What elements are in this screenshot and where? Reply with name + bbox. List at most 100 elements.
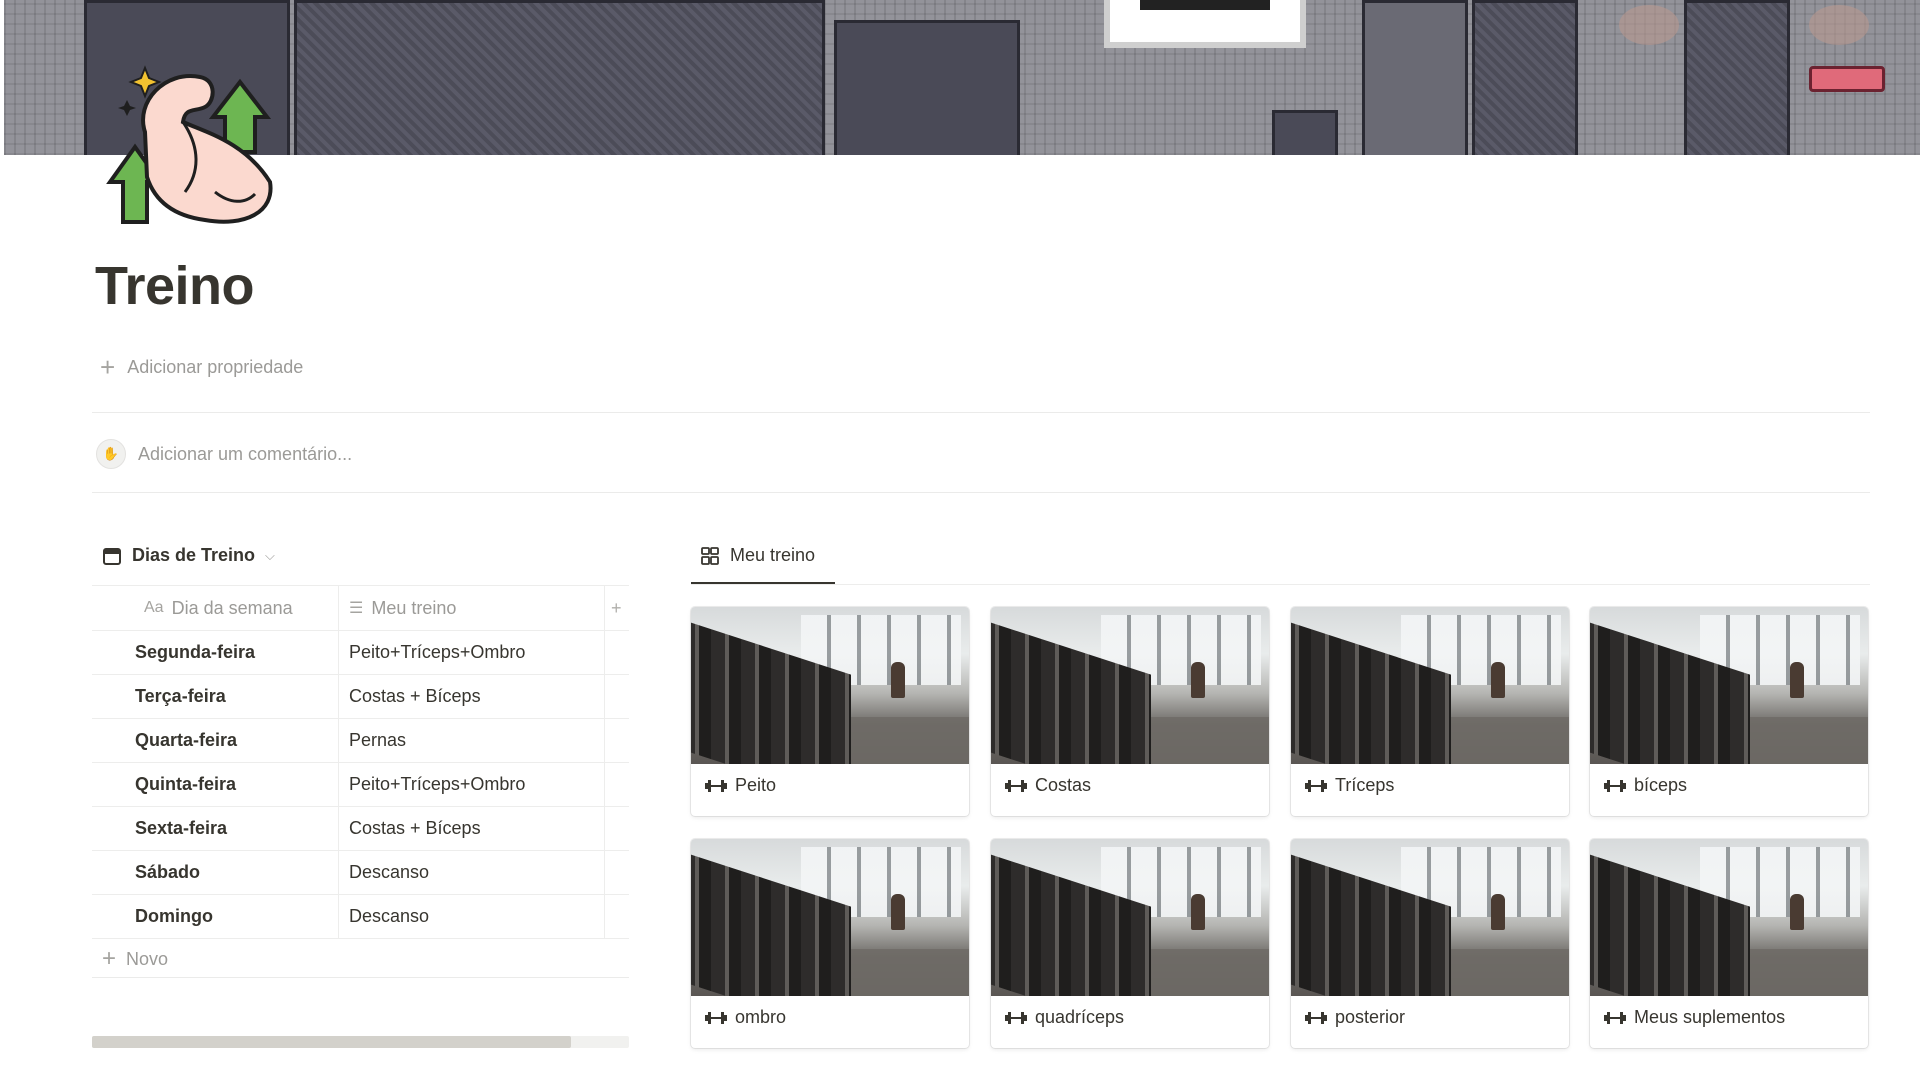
table-view-name: Dias de Treino: [132, 545, 256, 565]
plus-icon: +: [100, 352, 116, 382]
card-title: quadríceps: [1005, 1007, 1124, 1028]
card-title-label: Costas: [1035, 775, 1092, 795]
cover-bench: [1272, 110, 1338, 155]
workout-cell[interactable]: Costas + Bíceps: [339, 807, 605, 850]
gallery-card[interactable]: Tríceps: [1291, 607, 1569, 816]
workout-cell[interactable]: Descanso: [339, 895, 605, 938]
title-property-icon: Aa: [144, 599, 164, 616]
empty-cell: [605, 719, 629, 762]
table-body: Segunda-feira Peito+Tríceps+Ombro Terça-fe…: [92, 631, 629, 939]
day-cell[interactable]: Segunda-feira: [92, 631, 339, 674]
table-row[interactable]: Sexta-feira Costas + Bíceps: [92, 807, 629, 851]
gallery-card[interactable]: Meus suplementos: [1590, 839, 1868, 1048]
gallery-card[interactable]: ombro: [691, 839, 969, 1048]
day-cell[interactable]: Sábado: [92, 851, 339, 894]
card-title: ombro: [705, 1007, 786, 1028]
cover-stool-1: [1619, 5, 1679, 45]
cover-floor-mat: [294, 0, 825, 155]
tab-meu-treino[interactable]: Meu treino: [700, 545, 815, 566]
flexed-bicep-icon[interactable]: [105, 62, 275, 227]
workout-cell[interactable]: Pernas: [339, 719, 605, 762]
dumbbell-icon: [1005, 779, 1027, 792]
card-title-label: ombro: [735, 1007, 787, 1027]
card-title: posterior: [1305, 1007, 1405, 1028]
dumbbell-icon: [1005, 1011, 1027, 1024]
workout-cell[interactable]: Peito+Tríceps+Ombro: [339, 763, 605, 806]
cover-dumbbell-rack: [834, 20, 1020, 155]
table-row[interactable]: Sábado Descanso: [92, 851, 629, 895]
scrollbar-thumb[interactable]: [92, 1036, 571, 1048]
dumbbell-icon: [1305, 779, 1327, 792]
table-row[interactable]: Terça-feira Costas + Bíceps: [92, 675, 629, 719]
chevron-down-icon: ⌵: [265, 547, 275, 563]
empty-cell: [605, 851, 629, 894]
card-title-label: Tríceps: [1335, 775, 1395, 795]
card-cover-image: [1291, 839, 1569, 996]
column-header-day[interactable]: Aa Dia da semana: [92, 586, 339, 630]
empty-cell: [605, 631, 629, 674]
day-cell[interactable]: Quinta-feira: [92, 763, 339, 806]
card-cover-image: [991, 607, 1269, 764]
cover-pink-dumbbell: [1809, 66, 1885, 92]
day-cell[interactable]: Terça-feira: [92, 675, 339, 718]
workout-cell[interactable]: Costas + Bíceps: [339, 675, 605, 718]
workout-cell[interactable]: Descanso: [339, 851, 605, 894]
gallery-grid-icon: [701, 546, 719, 565]
column-header-workout-label: Meu treino: [371, 597, 457, 618]
comment-placeholder: Adicionar um comentário...: [138, 443, 353, 464]
card-title: Meus suplementos: [1604, 1007, 1785, 1028]
page-cover[interactable]: [4, 0, 1920, 155]
card-title: Costas: [1005, 775, 1091, 796]
workout-cell[interactable]: Peito+Tríceps+Ombro: [339, 631, 605, 674]
day-cell[interactable]: Quarta-feira: [92, 719, 339, 762]
gallery-card[interactable]: bíceps: [1590, 607, 1868, 816]
table-row[interactable]: Segunda-feira Peito+Tríceps+Ombro: [92, 631, 629, 675]
new-row-button[interactable]: + Novo: [102, 945, 168, 973]
table-row[interactable]: Quarta-feira Pernas: [92, 719, 629, 763]
comment-input[interactable]: ✋ Adicionar um comentário...: [96, 439, 352, 469]
properties-divider: [92, 412, 1870, 413]
cover-machine-3: [1684, 0, 1790, 155]
table-row[interactable]: Quinta-feira Peito+Tríceps+Ombro: [92, 763, 629, 807]
page-title[interactable]: Treino: [95, 255, 255, 317]
column-header-workout[interactable]: ☰ Meu treino: [339, 586, 605, 630]
table-view-title[interactable]: Dias de Treino ⌵: [102, 545, 275, 566]
cover-machine-2: [1472, 0, 1578, 155]
card-title-label: quadríceps: [1035, 1007, 1125, 1027]
card-cover-image: [691, 839, 969, 996]
card-title: Peito: [705, 775, 776, 796]
card-cover-image: [691, 607, 969, 764]
tab-meu-treino-label: Meu treino: [730, 545, 816, 565]
table-row[interactable]: Domingo Descanso: [92, 895, 629, 939]
day-cell[interactable]: Sexta-feira: [92, 807, 339, 850]
card-title-label: bíceps: [1634, 775, 1688, 795]
dumbbell-icon: [705, 1011, 727, 1024]
gallery-card[interactable]: Costas: [991, 607, 1269, 816]
card-cover-image: [991, 839, 1269, 996]
dumbbell-icon: [1604, 1011, 1626, 1024]
gallery-card[interactable]: quadríceps: [991, 839, 1269, 1048]
cover-machine-1: [1362, 0, 1468, 155]
column-header-day-label: Dia da semana: [171, 597, 293, 618]
card-title-label: Meus suplementos: [1634, 1007, 1786, 1027]
gallery-card[interactable]: Peito: [691, 607, 969, 816]
day-cell[interactable]: Domingo: [92, 895, 339, 938]
empty-cell: [605, 895, 629, 938]
card-title: Tríceps: [1305, 775, 1394, 796]
card-title: bíceps: [1604, 775, 1687, 796]
card-cover-image: [1590, 839, 1868, 996]
add-column-button[interactable]: +: [605, 586, 629, 630]
cover-window-frame: [1104, 0, 1306, 48]
gallery-divider: [691, 584, 1870, 585]
table-header-row: Aa Dia da semana ☰ Meu treino +: [92, 585, 629, 631]
card-title-label: posterior: [1335, 1007, 1406, 1027]
add-property-label: Adicionar propriedade: [127, 356, 304, 377]
add-property-button[interactable]: + Adicionar propriedade: [100, 354, 303, 380]
gallery-card[interactable]: posterior: [1291, 839, 1569, 1048]
table-bottom-divider: [92, 977, 629, 978]
days-table: Aa Dia da semana ☰ Meu treino + Segunda-…: [92, 585, 629, 939]
empty-cell: [605, 675, 629, 718]
card-title-label: Peito: [735, 775, 777, 795]
empty-cell: [605, 763, 629, 806]
text-lines-icon: ☰: [349, 600, 364, 617]
